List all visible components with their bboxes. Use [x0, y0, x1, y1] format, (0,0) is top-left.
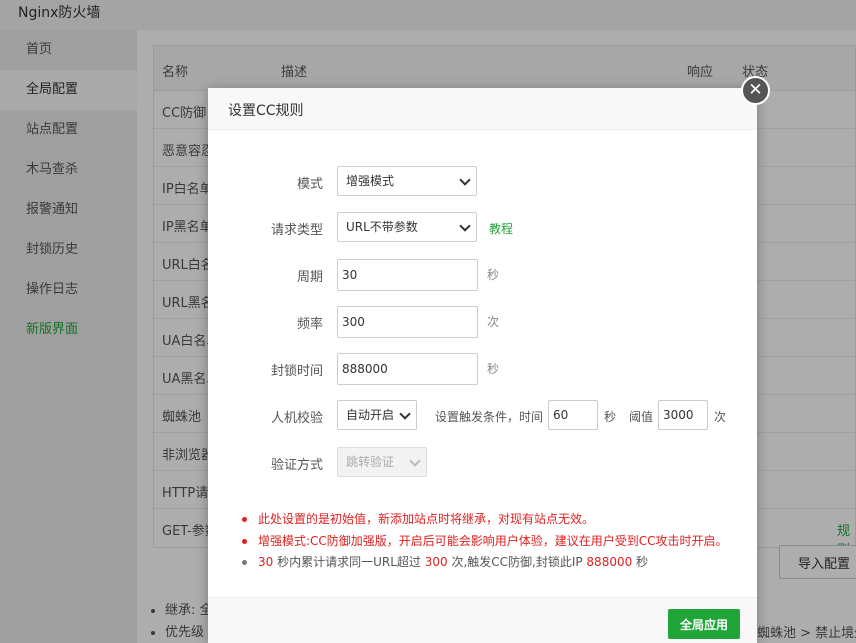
- threshold-label: 阈值: [629, 410, 654, 424]
- tip-count-value: 300: [424, 555, 448, 569]
- threshold-input[interactable]: 3000: [658, 400, 708, 430]
- period-unit: 秒: [487, 268, 500, 282]
- trigger-condition-label: 设置触发条件，时间: [435, 410, 544, 424]
- chevron-down-icon: [399, 408, 411, 420]
- ban-time-row: 封锁时间 888000 秒: [208, 353, 757, 385]
- trigger-time-unit: 秒: [604, 410, 617, 424]
- chevron-down-icon: [459, 220, 471, 232]
- tip-period-value: 30: [258, 555, 274, 569]
- ban-time-unit: 秒: [487, 362, 500, 376]
- request-type-value: URL不带参数: [346, 220, 418, 234]
- tip-summary: 30 秒内累计请求同一URL超过 300 次,触发CC防御,封锁此IP 8880…: [242, 552, 728, 574]
- tips-list: 此处设置的是初始值，新添加站点时将继承，对现有站点无效。 增强模式:CC防御加强…: [242, 509, 728, 574]
- modal-title: 设置CC规则: [228, 103, 304, 119]
- frequency-row: 频率 300 次: [208, 306, 757, 338]
- chevron-down-icon: [459, 174, 471, 186]
- request-type-label: 请求类型: [270, 223, 323, 238]
- captcha-select-value: 自动开启: [346, 408, 395, 422]
- verify-select[interactable]: 跳转验证: [337, 447, 427, 477]
- mode-label: 模式: [296, 177, 323, 192]
- period-input[interactable]: 30: [337, 259, 478, 291]
- tip-ban-value: 888000: [586, 555, 633, 569]
- frequency-input[interactable]: 300: [337, 306, 478, 338]
- tip-inherit: 此处设置的是初始值，新添加站点时将继承，对现有站点无效。: [242, 509, 728, 531]
- chevron-down-icon: [409, 455, 421, 467]
- ban-time-input[interactable]: 888000: [337, 353, 478, 385]
- verify-row: 验证方式 跳转验证: [208, 447, 757, 479]
- verify-select-value: 跳转验证: [346, 455, 395, 469]
- request-type-row: 请求类型 URL不带参数 教程: [208, 212, 757, 244]
- tip-text: 次,触发CC防御,封锁此IP: [447, 555, 587, 569]
- modal-header: 设置CC规则: [208, 88, 757, 130]
- tip-text: 秒: [632, 555, 649, 569]
- close-icon[interactable]: ✕: [741, 76, 770, 105]
- cc-rule-modal: 设置CC规则 模式 增强模式 请求类型 URL不带参数 教程 周期 30 秒 频…: [208, 88, 757, 643]
- ban-time-label: 封锁时间: [270, 364, 323, 379]
- period-label: 周期: [296, 270, 323, 285]
- global-apply-button[interactable]: 全局应用: [668, 609, 740, 639]
- tutorial-link[interactable]: 教程: [489, 220, 513, 237]
- frequency-label: 频率: [296, 317, 323, 332]
- captcha-label: 人机校验: [270, 411, 323, 426]
- mode-row: 模式 增强模式: [208, 166, 757, 198]
- mode-select-value: 增强模式: [346, 174, 395, 188]
- frequency-unit: 次: [487, 315, 500, 329]
- tip-enhanced-mode: 增强模式:CC防御加强版，开启后可能会影响用户体验，建议在用户受到CC攻击时开启…: [242, 531, 728, 553]
- verify-label: 验证方式: [270, 458, 323, 473]
- captcha-select[interactable]: 自动开启: [337, 400, 417, 430]
- mode-select[interactable]: 增强模式: [337, 166, 477, 196]
- trigger-time-input[interactable]: 60: [548, 400, 598, 430]
- period-row: 周期 30 秒: [208, 259, 757, 291]
- threshold-unit: 次: [714, 410, 727, 424]
- tip-text: 秒内累计请求同一URL超过: [273, 555, 425, 569]
- request-type-select[interactable]: URL不带参数: [337, 212, 477, 242]
- modal-footer: 全局应用: [208, 597, 757, 643]
- captcha-row: 人机校验 自动开启 设置触发条件，时间 60 秒 阈值 3000 次: [208, 400, 757, 432]
